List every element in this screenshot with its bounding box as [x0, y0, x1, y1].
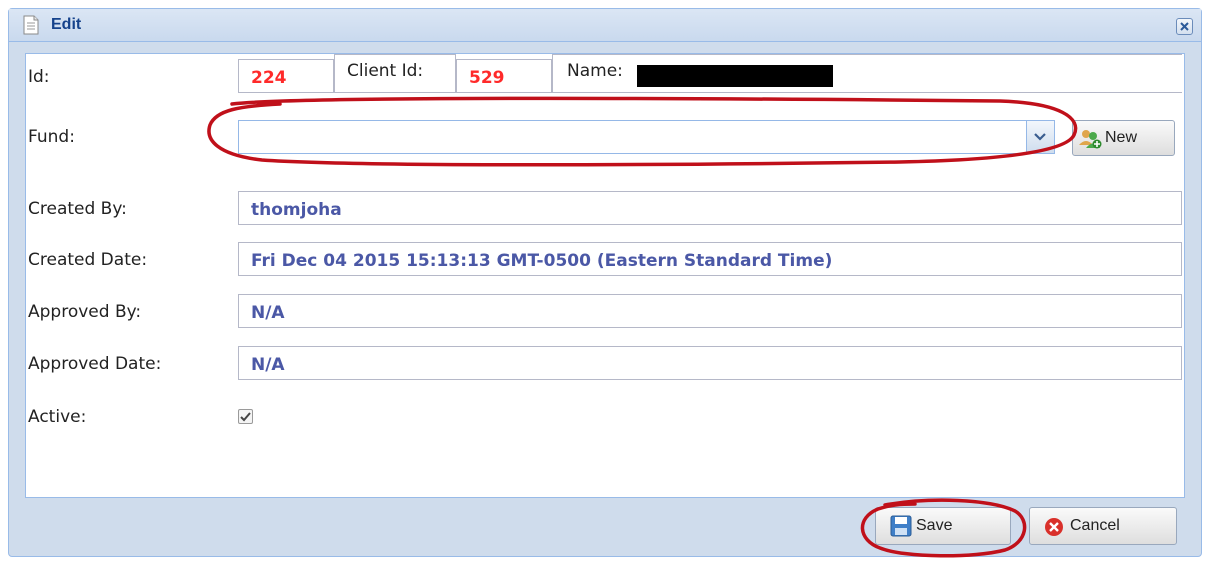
client-id-value: 529 — [469, 68, 505, 88]
form-panel: Id: 224 Client Id: 529 Name: Fund: New C… — [25, 53, 1185, 498]
cancel-button[interactable]: Cancel — [1029, 507, 1177, 545]
created-date-value: Fri Dec 04 2015 15:13:13 GMT-0500 (Easte… — [251, 251, 833, 271]
id-field: 224 — [238, 59, 334, 93]
name-redaction — [637, 65, 833, 87]
edit-window: Edit Id: 224 Client Id: 529 Name: Fund: — [8, 8, 1202, 557]
new-fund-button[interactable]: New — [1072, 120, 1175, 156]
active-checkbox[interactable] — [238, 409, 253, 424]
new-button-label: New — [1105, 129, 1138, 146]
approved-by-label: Approved By: — [28, 302, 142, 322]
created-date-label: Created Date: — [28, 250, 148, 270]
id-value: 224 — [251, 68, 287, 88]
add-users-icon — [1079, 130, 1102, 149]
floppy-disk-icon — [890, 515, 912, 537]
client-id-value-field: 529 — [456, 59, 552, 93]
close-icon — [1180, 22, 1189, 31]
window-titlebar: Edit — [9, 9, 1201, 42]
fund-dropdown-trigger[interactable] — [1026, 121, 1054, 153]
created-by-value: thomjoha — [251, 200, 342, 220]
cancel-button-label: Cancel — [1070, 517, 1120, 534]
fund-combobox[interactable] — [238, 120, 1055, 154]
document-icon — [23, 15, 39, 35]
approved-date-field: N/A — [238, 346, 1182, 380]
window-title: Edit — [51, 16, 82, 33]
approved-by-field: N/A — [238, 294, 1182, 328]
check-icon — [240, 412, 251, 422]
client-id-field: Client Id: — [334, 54, 456, 93]
close-button[interactable] — [1176, 18, 1193, 35]
save-button-label: Save — [916, 517, 953, 534]
approved-date-label: Approved Date: — [28, 354, 162, 374]
active-label: Active: — [28, 407, 87, 427]
created-by-field: thomjoha — [238, 191, 1182, 225]
id-label: Id: — [28, 67, 50, 87]
save-button[interactable]: Save — [875, 507, 1011, 545]
name-field: Name: — [552, 54, 1182, 93]
created-date-field: Fri Dec 04 2015 15:13:13 GMT-0500 (Easte… — [238, 242, 1182, 276]
client-id-label: Client Id: — [347, 61, 424, 81]
cancel-icon — [1045, 518, 1063, 536]
approved-by-value: N/A — [251, 303, 285, 323]
chevron-down-icon — [1034, 133, 1046, 141]
approved-date-value: N/A — [251, 355, 285, 375]
name-label: Name: — [567, 61, 623, 81]
created-by-label: Created By: — [28, 199, 127, 219]
fund-label: Fund: — [28, 127, 75, 147]
